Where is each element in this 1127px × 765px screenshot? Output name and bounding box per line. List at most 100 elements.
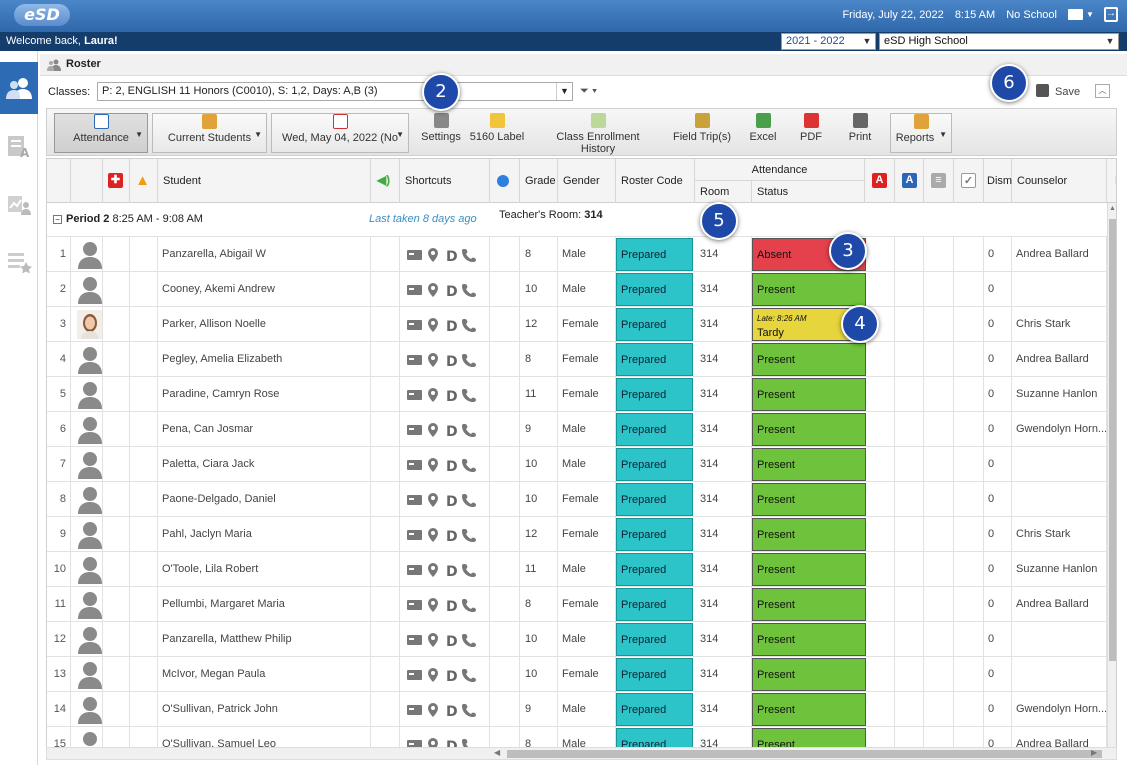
school-year-select[interactable]: 2021 - 2022 ▼	[781, 33, 876, 50]
avatar-placeholder-icon[interactable]	[77, 380, 103, 409]
check-cell[interactable]	[954, 517, 984, 552]
student-name[interactable]: Paradine, Camryn Rose	[158, 377, 371, 412]
table-row[interactable]: 11 Pellumbi, Margaret Maria D 8 Female Prepar…	[47, 587, 1107, 622]
horizontal-scrollbar[interactable]: ◀ ▶	[46, 747, 1117, 760]
col-medical[interactable]: ✚	[103, 159, 130, 203]
notes-cell[interactable]	[924, 692, 954, 727]
notes-cell[interactable]	[924, 272, 954, 307]
student-name[interactable]: Panzarella, Abigail W	[158, 237, 371, 272]
mail-icon[interactable]	[1068, 9, 1083, 20]
shortcut-icons[interactable]: D	[405, 667, 485, 683]
table-row[interactable]: 12 Panzarella, Matthew Philip D 10 Male Prepa…	[47, 622, 1107, 657]
student-name[interactable]: O'Sullivan, Samuel Leo	[158, 727, 371, 747]
check-cell[interactable]	[954, 657, 984, 692]
student-name[interactable]: Paone-Delgado, Daniel	[158, 482, 371, 517]
nav-attendance[interactable]: A	[0, 120, 38, 172]
roster-code-cell[interactable]: Prepared	[616, 588, 693, 621]
check-cell[interactable]	[954, 447, 984, 482]
room-cell[interactable]: 314	[695, 377, 752, 412]
roster-code-cell[interactable]: Prepared	[616, 343, 693, 376]
current-students-button[interactable]: Current Students ▼	[152, 113, 267, 153]
table-row[interactable]: 14 O'Sullivan, Patrick John D 9 Male Prepared…	[47, 692, 1107, 727]
collapse-group-icon[interactable]: −	[53, 215, 62, 224]
roster-code-cell[interactable]: Prepared	[616, 518, 693, 551]
vertical-scrollbar[interactable]: ▲	[1107, 203, 1116, 747]
pdf-button[interactable]: PDF	[799, 113, 823, 153]
shortcut-icons[interactable]: D	[405, 247, 485, 263]
student-name[interactable]: McIvor, Megan Paula	[158, 657, 371, 692]
absent-flag-cell[interactable]	[865, 482, 895, 517]
absent-flag-cell[interactable]	[865, 657, 895, 692]
shortcut-icons[interactable]: D	[405, 632, 485, 648]
col-last[interactable]: L	[1107, 159, 1116, 203]
logout-icon[interactable]: →	[1104, 7, 1118, 22]
absent-flag-cell[interactable]	[865, 272, 895, 307]
attendance-status-cell[interactable]: Present	[752, 413, 866, 446]
check-cell[interactable]	[954, 692, 984, 727]
attendance-status-cell[interactable]: Present	[752, 448, 866, 481]
student-name[interactable]: Pahl, Jaclyn Maria	[158, 517, 371, 552]
table-row[interactable]: 4 Pegley, Amelia Elizabeth D 8 Female Prepare…	[47, 342, 1107, 377]
absent-flag-cell[interactable]	[865, 377, 895, 412]
attendance-flag-cell[interactable]	[895, 377, 924, 412]
col-counselor[interactable]: Counselor	[1012, 159, 1107, 203]
scroll-right-icon[interactable]: ▶	[1091, 748, 1097, 757]
check-cell[interactable]	[954, 237, 984, 272]
field-trips-button[interactable]: Field Trip(s)	[671, 113, 733, 153]
check-cell[interactable]	[954, 342, 984, 377]
col-shortcuts[interactable]: Shortcuts	[400, 159, 490, 203]
check-cell[interactable]	[954, 622, 984, 657]
avatar-placeholder-icon[interactable]	[77, 275, 103, 304]
roster-code-cell[interactable]: Prepared	[616, 308, 693, 341]
check-cell[interactable]	[954, 482, 984, 517]
nav-grades[interactable]	[0, 178, 38, 230]
attendance-status-cell[interactable]: Present	[752, 588, 866, 621]
save-button[interactable]: Save	[1036, 84, 1080, 98]
attendance-flag-cell[interactable]	[895, 482, 924, 517]
room-cell[interactable]: 314	[695, 237, 752, 272]
attendance-status-cell[interactable]: Present	[752, 518, 866, 551]
attendance-flag-cell[interactable]	[895, 657, 924, 692]
col-roster-code[interactable]: Roster Code	[616, 159, 695, 203]
print-button[interactable]: Print	[846, 113, 874, 153]
student-name[interactable]: O'Toole, Lila Robert	[158, 552, 371, 587]
table-row[interactable]: 10 O'Toole, Lila Robert D 11 Male Prepared 314…	[47, 552, 1107, 587]
attendance-flag-cell[interactable]	[895, 307, 924, 342]
room-cell[interactable]: 314	[695, 552, 752, 587]
check-cell[interactable]	[954, 412, 984, 447]
attendance-status-cell[interactable]: Present	[752, 553, 866, 586]
col-dism[interactable]: Dism	[984, 159, 1012, 203]
shortcut-icons[interactable]: D	[405, 492, 485, 508]
absent-flag-cell[interactable]	[865, 622, 895, 657]
table-row[interactable]: 15 O'Sullivan, Samuel Leo D 8 Male Prepared 31…	[47, 727, 1107, 747]
check-cell[interactable]	[954, 727, 984, 747]
roster-code-cell[interactable]: Prepared	[616, 553, 693, 586]
student-name[interactable]: Pena, Can Josmar	[158, 412, 371, 447]
table-row[interactable]: 13 McIvor, Megan Paula D 10 Female Prepared 31…	[47, 657, 1107, 692]
col-check[interactable]: ✓	[954, 159, 984, 203]
student-name[interactable]: Paletta, Ciara Jack	[158, 447, 371, 482]
notes-cell[interactable]	[924, 342, 954, 377]
col-student[interactable]: Student	[158, 159, 371, 203]
attendance-flag-cell[interactable]	[895, 552, 924, 587]
avatar-placeholder-icon[interactable]	[77, 555, 103, 584]
notes-cell[interactable]	[924, 657, 954, 692]
col-notes[interactable]: ≡	[924, 159, 954, 203]
absent-flag-cell[interactable]	[865, 447, 895, 482]
period-group-row[interactable]: − Period 2 8:25 AM - 9:08 AM Last taken 8…	[47, 203, 1107, 237]
room-cell[interactable]: 314	[695, 342, 752, 377]
attendance-flag-cell[interactable]	[895, 447, 924, 482]
roster-code-cell[interactable]: Prepared	[616, 413, 693, 446]
vertical-scroll-thumb[interactable]	[1109, 219, 1116, 661]
notes-cell[interactable]	[924, 587, 954, 622]
school-select[interactable]: eSD High School ▼	[879, 33, 1119, 50]
col-grade[interactable]: Grade	[520, 159, 558, 203]
table-row[interactable]: 6 Pena, Can Josmar D 9 Male Prepared 314 Presen…	[47, 412, 1107, 447]
attendance-flag-cell[interactable]	[895, 622, 924, 657]
notes-cell[interactable]	[924, 552, 954, 587]
attendance-status-cell[interactable]: Present	[752, 693, 866, 726]
notes-cell[interactable]	[924, 412, 954, 447]
shortcut-icons[interactable]: D	[405, 457, 485, 473]
avatar-placeholder-icon[interactable]	[77, 415, 103, 444]
attendance-flag-cell[interactable]	[895, 412, 924, 447]
